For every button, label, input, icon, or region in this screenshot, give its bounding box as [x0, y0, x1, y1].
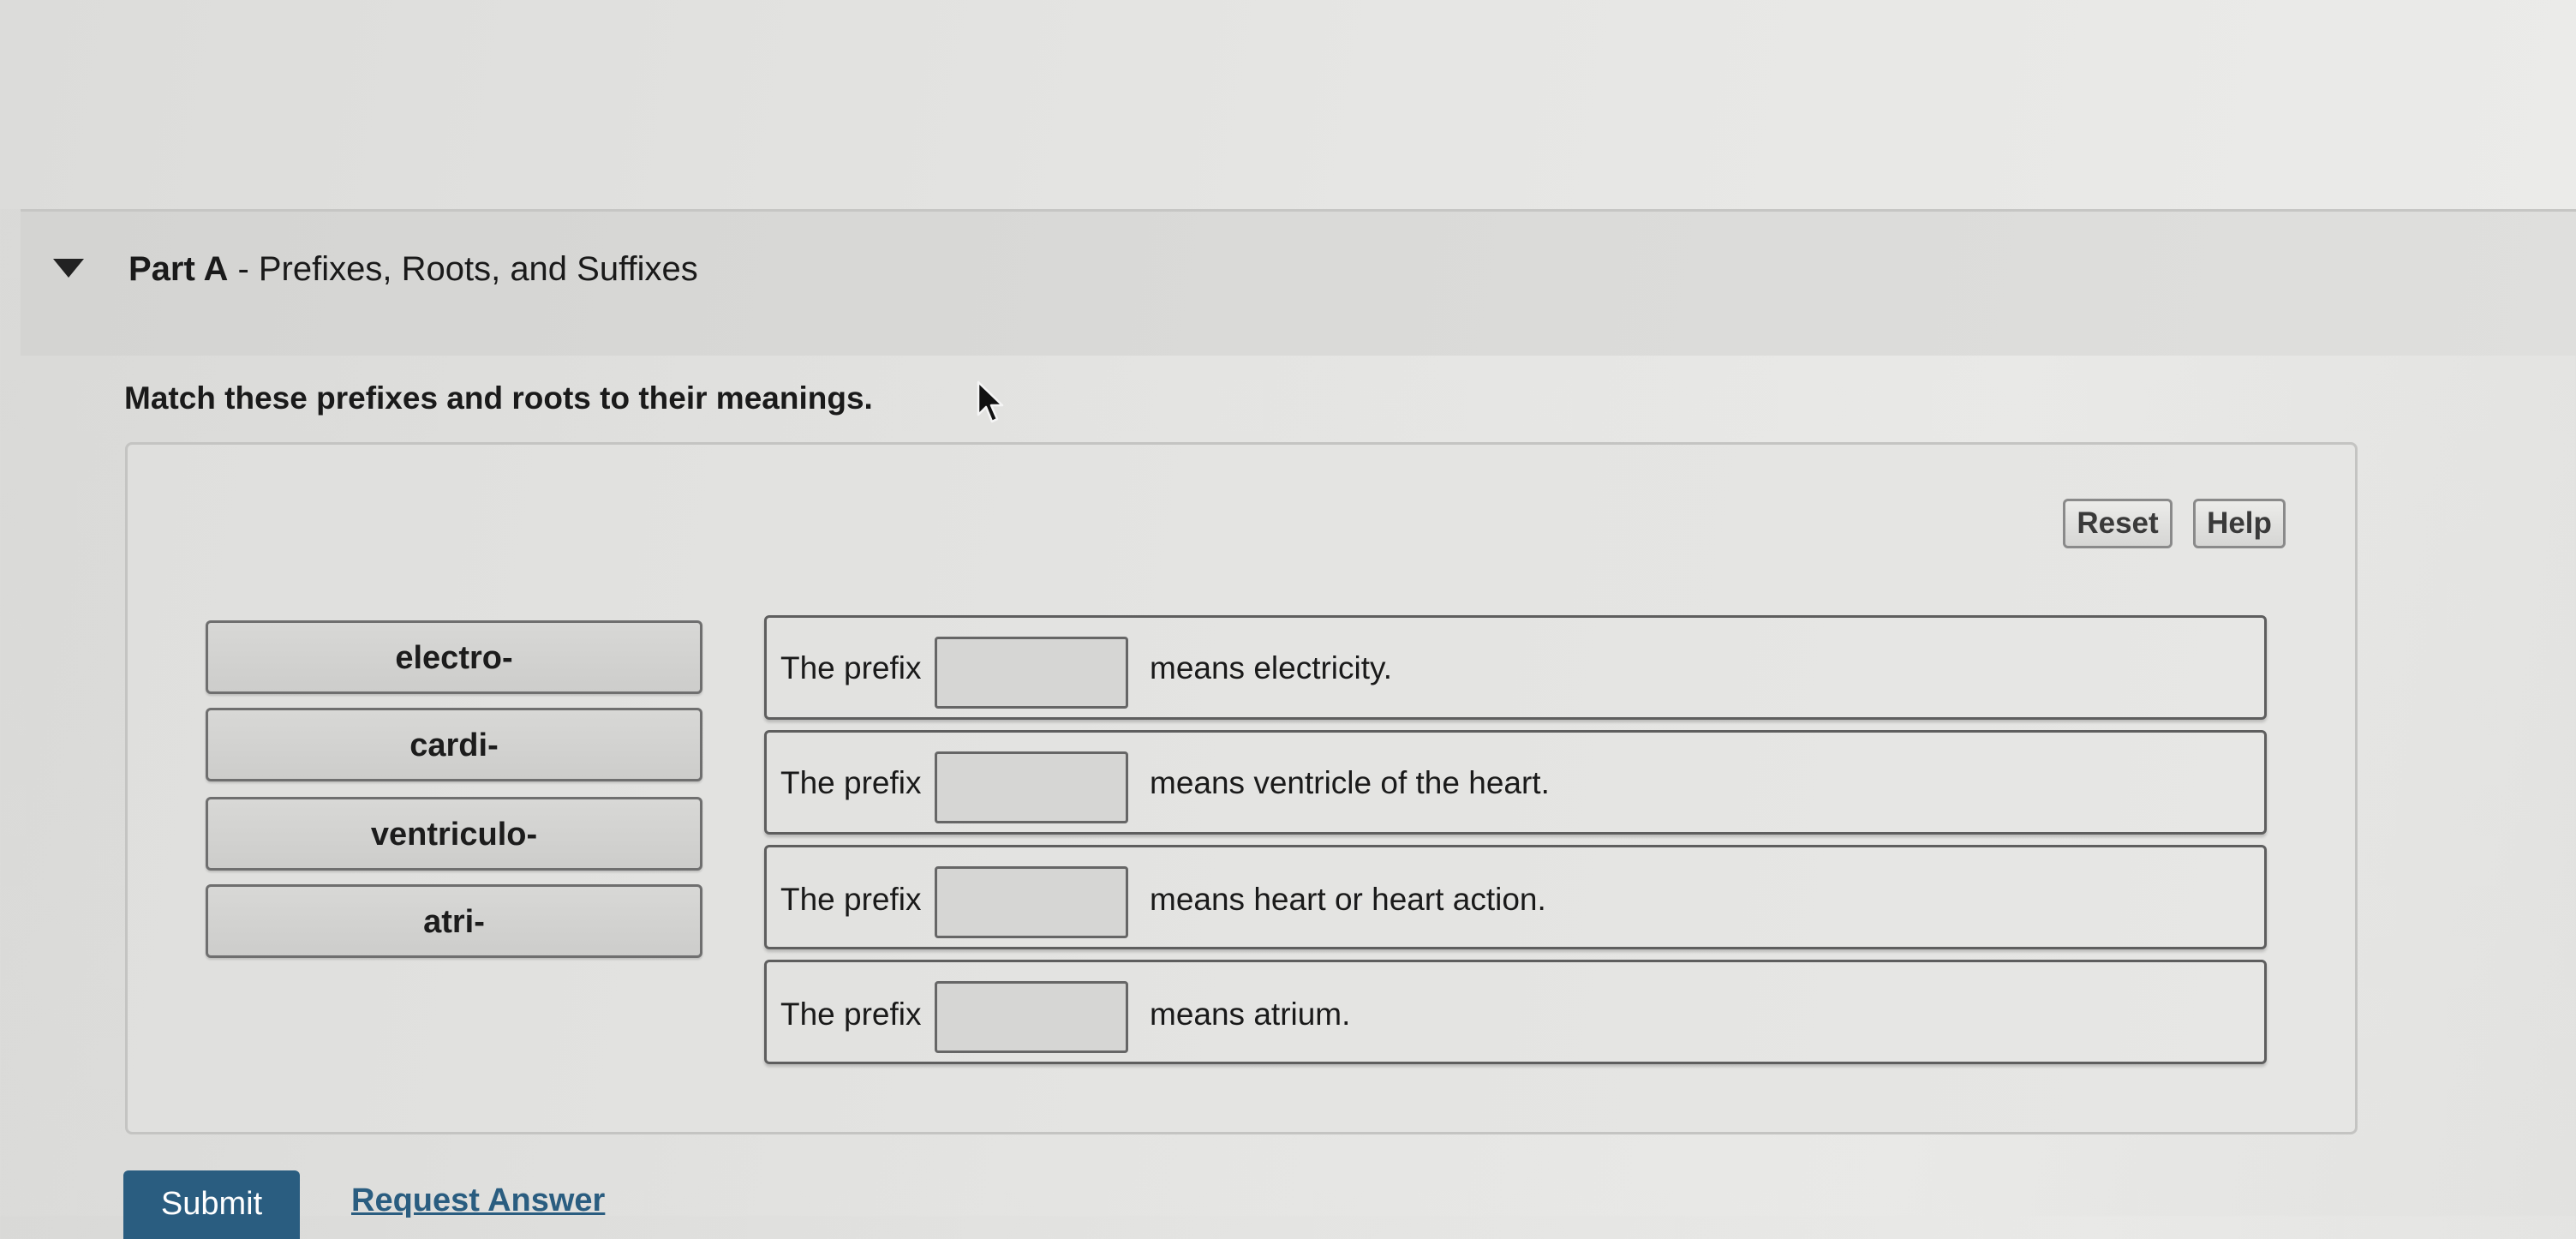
draggable-chip-cardi[interactable]: cardi-	[206, 708, 702, 781]
row-prefix-text: The prefix	[780, 997, 922, 1032]
drop-target-1[interactable]	[935, 637, 1128, 709]
row-meaning-text: means atrium.	[1150, 997, 1351, 1032]
match-row-4: The prefix means atrium.	[764, 960, 2267, 1064]
drop-target-2[interactable]	[935, 751, 1128, 823]
row-prefix-text: The prefix	[780, 650, 922, 685]
row-meaning-text: means electricity.	[1150, 650, 1393, 685]
page-top-background	[0, 0, 2576, 209]
instructions: Match these prefixes and roots to their …	[124, 380, 873, 416]
part-separator: -	[228, 250, 259, 288]
draggable-chip-electro[interactable]: electro-	[206, 620, 702, 694]
row-prefix-text: The prefix	[780, 765, 922, 800]
match-row-1: The prefix means electricity.	[764, 615, 2267, 720]
mouse-pointer-icon	[977, 380, 1006, 429]
drop-target-3[interactable]	[935, 866, 1128, 938]
row-prefix-text: The prefix	[780, 882, 922, 917]
caret-down-icon[interactable]	[53, 259, 84, 278]
drop-target-4[interactable]	[935, 981, 1128, 1053]
match-row-2: The prefix means ventricle of the heart.	[764, 730, 2267, 835]
submit-button[interactable]: Submit	[123, 1170, 300, 1239]
row-meaning-text: means ventricle of the heart.	[1150, 765, 1550, 800]
row-meaning-text: means heart or heart action.	[1150, 882, 1546, 917]
draggable-chip-atri[interactable]: atri-	[206, 884, 702, 958]
draggable-chip-ventriculo[interactable]: ventriculo-	[206, 797, 702, 871]
help-button[interactable]: Help	[2193, 499, 2286, 548]
request-answer-link[interactable]: Request Answer	[351, 1182, 605, 1219]
reset-button[interactable]: Reset	[2063, 499, 2173, 548]
match-row-3: The prefix means heart or heart action.	[764, 845, 2267, 949]
part-subtitle: Prefixes, Roots, and Suffixes	[258, 250, 698, 288]
part-title[interactable]: Part A - Prefixes, Roots, and Suffixes	[129, 248, 698, 290]
part-label: Part A	[129, 250, 229, 288]
